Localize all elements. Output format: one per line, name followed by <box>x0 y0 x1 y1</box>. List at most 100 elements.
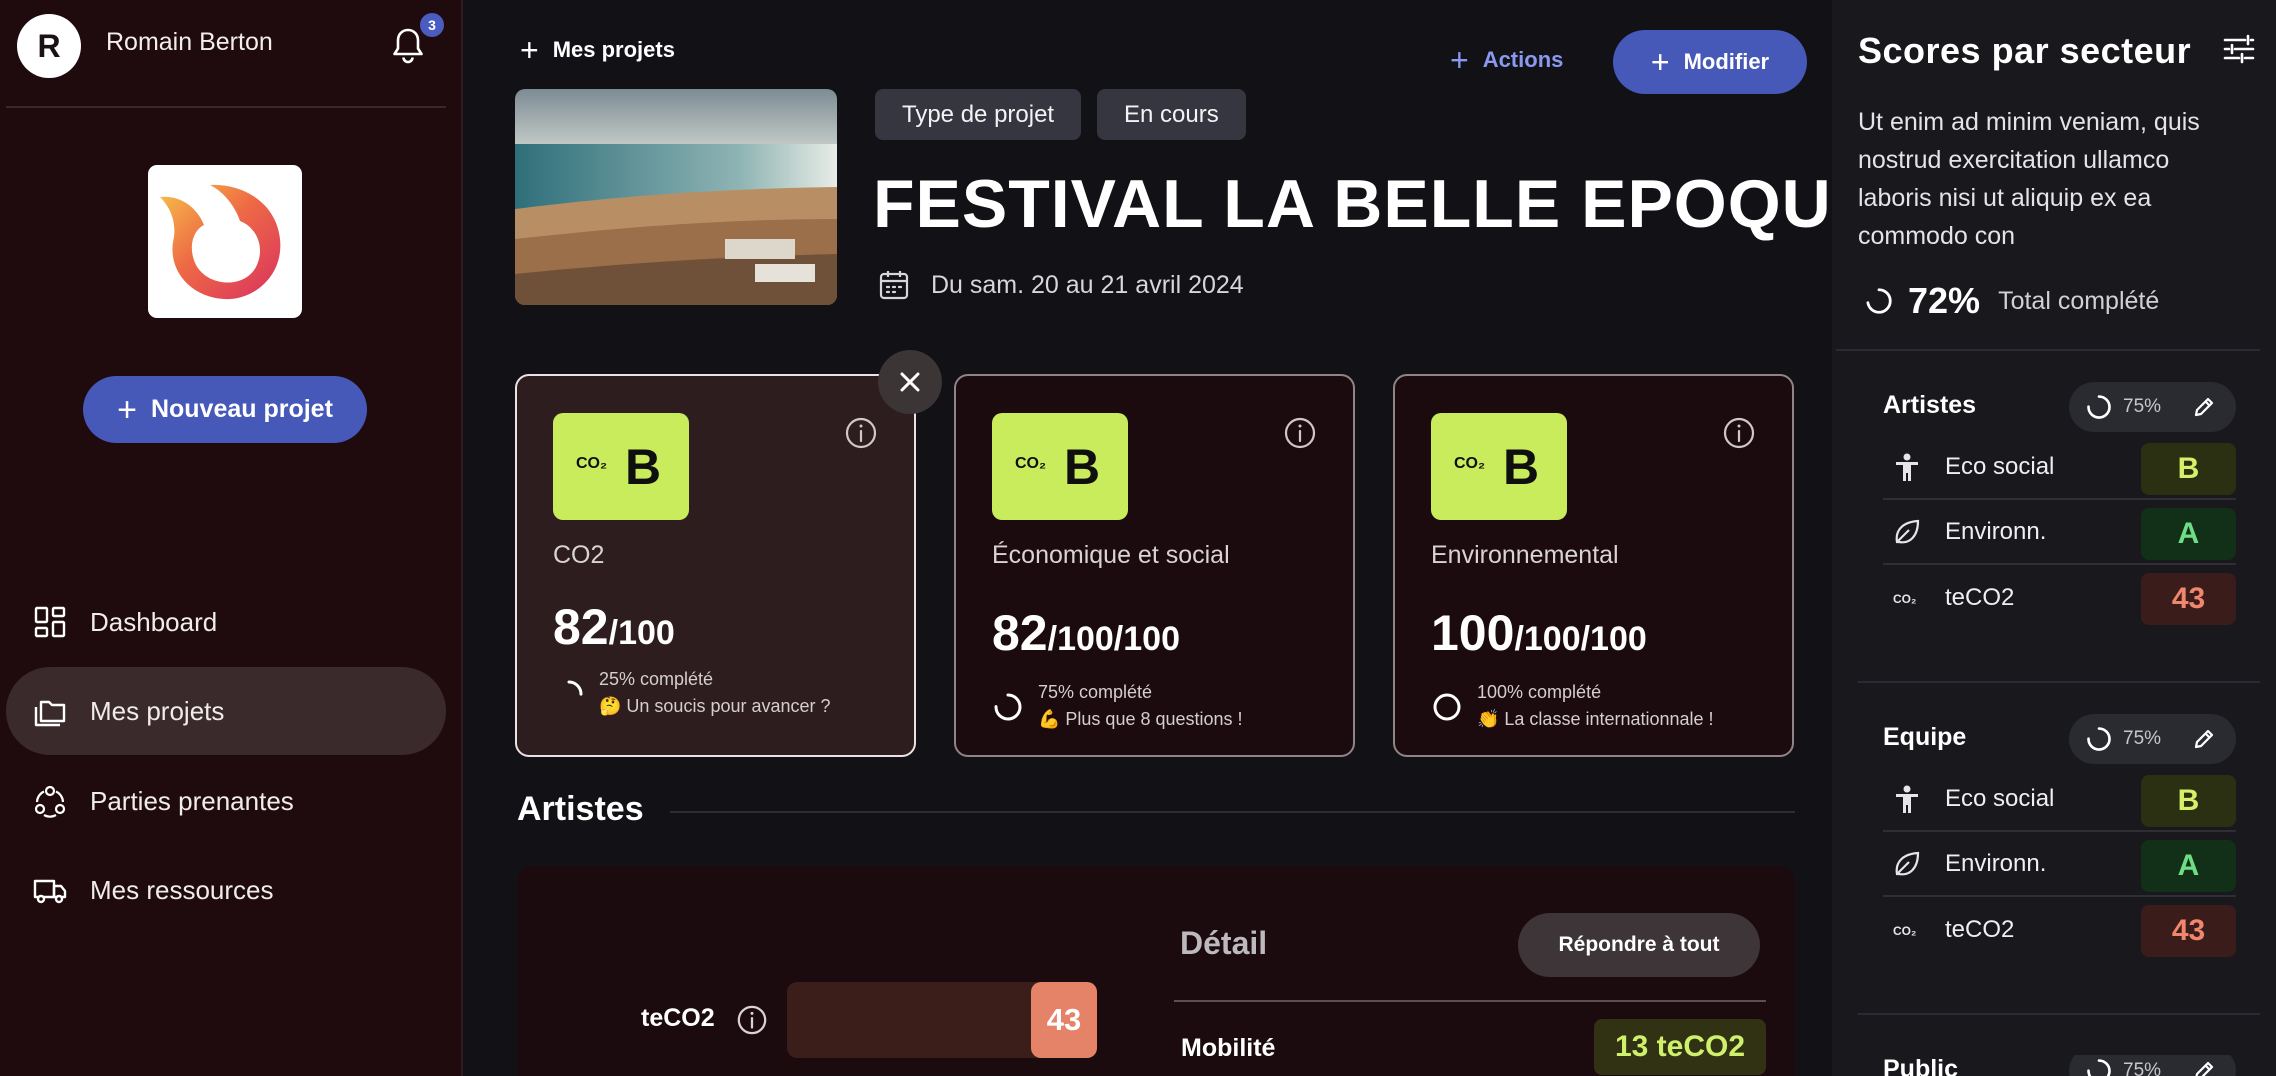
card-name: CO2 <box>553 541 605 569</box>
score-value: 82 <box>553 599 609 655</box>
progress-arc <box>994 693 1022 721</box>
sector-title: Equipe <box>1883 723 1967 751</box>
sidebar-item-label: Mes projets <box>90 695 225 726</box>
plus-icon: + <box>117 390 137 429</box>
new-project-button[interactable]: + Nouveau projet <box>83 376 367 443</box>
pencil-icon[interactable] <box>2192 727 2216 751</box>
score-card-environnemental[interactable]: CO₂ B Environnemental 100/100/100 100% co… <box>1393 374 1794 757</box>
row-label: teCO2 <box>1945 915 2015 943</box>
teco2-value: 43 <box>1031 982 1097 1058</box>
sector-pct: 75% <box>2123 396 2162 417</box>
row-label: Environn. <box>1945 517 2047 545</box>
breadcrumb[interactable]: + Mes projets <box>520 34 675 66</box>
card-name: Économique et social <box>992 541 1230 569</box>
scores-description: Ut enim ad minim veniam, quis nostrud ex… <box>1858 108 2200 250</box>
score-suffix: /100/100 <box>1047 620 1180 658</box>
grade-letter: B <box>1064 439 1101 495</box>
card-name: Environnemental <box>1431 541 1619 569</box>
progress-arc <box>1866 288 1892 314</box>
total-pct: 72% <box>1908 280 1981 321</box>
score-card-economique-social[interactable]: CO₂ B Économique et social 82/100/100 75%… <box>954 374 1355 757</box>
project-status-chip[interactable]: En cours <box>1097 89 1246 140</box>
progress-arc <box>2087 395 2111 419</box>
project-title: FESTIVAL LA BELLE EPOQUE <box>873 166 1879 242</box>
calendar-icon <box>879 271 909 300</box>
sector-row-environnement[interactable]: Environn. A <box>1883 500 2236 565</box>
new-project-label: Nouveau projet <box>150 395 333 423</box>
sidebar-item-label: Mes ressources <box>90 874 274 905</box>
sector-pct: 75% <box>2123 728 2162 749</box>
plus-icon: + <box>1650 44 1670 80</box>
info-icon[interactable] <box>1722 416 1756 450</box>
progress-text: 25% complété <box>599 669 714 689</box>
pencil-icon[interactable] <box>2192 395 2216 419</box>
sector-progress-chip[interactable]: 75% <box>2069 714 2236 764</box>
app-logo <box>148 165 302 318</box>
progress-text: 75% complété <box>1038 682 1153 702</box>
sector-public: Public 75% <box>1883 1055 2236 1076</box>
progress-arc <box>1433 693 1461 721</box>
progress-arc <box>2087 1059 2111 1076</box>
card-progress: 25% complété 🤔 Un soucis pour avancer ? <box>553 666 831 720</box>
info-icon[interactable] <box>844 416 878 450</box>
info-icon[interactable] <box>736 1004 768 1036</box>
row-label: Eco social <box>1945 784 2055 812</box>
row-grade: B <box>2141 775 2236 827</box>
card-progress: 75% complété 💪 Plus que 8 questions ! <box>992 679 1243 733</box>
sector-progress-chip[interactable]: 75% <box>2069 382 2236 432</box>
person-icon <box>1896 453 1918 481</box>
progress-arc <box>2087 727 2111 751</box>
user-name: Romain Berton <box>106 28 273 56</box>
bell-icon[interactable] <box>391 26 425 64</box>
panel-divider <box>1858 681 2260 683</box>
detail-divider <box>1174 1000 1766 1002</box>
progress-text: 100% complété <box>1477 682 1602 702</box>
sidebar-item-mes-projets[interactable]: Mes projets <box>6 667 446 755</box>
stakeholders-icon <box>34 785 66 818</box>
row-label: Eco social <box>1945 452 2055 480</box>
close-button[interactable] <box>878 350 942 414</box>
filter-icon[interactable] <box>2221 31 2257 67</box>
plus-icon: + <box>1450 42 1469 78</box>
sidebar-item-dashboard[interactable]: Dashboard <box>6 578 446 666</box>
score-suffix: /100 <box>608 614 675 652</box>
sector-row-teco2[interactable]: CO₂ teCO2 43 <box>1883 565 2236 630</box>
sector-title: Public <box>1883 1055 1959 1076</box>
score-card-co2[interactable]: CO₂ B CO2 82/100 25% complété 🤔 Un soucis … <box>515 374 916 757</box>
respond-all-button[interactable]: Répondre à tout <box>1518 913 1760 977</box>
grade-badge: CO₂ B <box>992 413 1128 520</box>
sector-progress-chip[interactable]: 75% <box>2069 1055 2236 1076</box>
sidebar-item-mes-ressources[interactable]: Mes ressources <box>6 846 446 934</box>
card-score: 82/100 <box>553 598 675 656</box>
row-grade: B <box>2141 443 2236 495</box>
modify-button[interactable]: + Modifier <box>1613 30 1807 94</box>
sidebar-item-parties-prenantes[interactable]: Parties prenantes <box>6 757 446 845</box>
grade-badge: CO₂ B <box>553 413 689 520</box>
detail-title: Détail <box>1180 925 1268 961</box>
row-label: Environn. <box>1945 849 2047 877</box>
project-type-chip[interactable]: Type de projet <box>875 89 1082 140</box>
co2-label: CO₂ <box>1015 455 1047 472</box>
info-icon[interactable] <box>1283 416 1317 450</box>
modify-label: Modifier <box>1683 49 1770 74</box>
score-suffix: /100/100 <box>1514 620 1647 658</box>
sidebar-item-label: Parties prenantes <box>90 785 294 816</box>
sector-row-eco-social[interactable]: Eco social B <box>1883 767 2236 832</box>
plus-icon: + <box>520 32 539 68</box>
avatar[interactable]: R <box>17 14 81 78</box>
progress-ring-icon <box>555 680 583 708</box>
svg-text:CO₂: CO₂ <box>1893 924 1916 938</box>
actions-button[interactable]: + Actions <box>1450 44 1563 76</box>
pencil-icon[interactable] <box>2192 1059 2216 1076</box>
sector-row-teco2[interactable]: CO₂ teCO2 43 <box>1883 897 2236 962</box>
project-date-text: Du sam. 20 au 21 avril 2024 <box>931 270 1244 299</box>
notification-badge: 3 <box>420 13 444 37</box>
panel-divider <box>1836 349 2260 351</box>
grade-badge: CO₂ B <box>1431 413 1567 520</box>
score-value: 82 <box>992 605 1048 661</box>
section-title: Artistes <box>517 790 644 828</box>
leaf-icon <box>1895 851 1920 875</box>
close-icon <box>900 372 920 392</box>
sector-row-environnement[interactable]: Environn. A <box>1883 832 2236 897</box>
sector-row-eco-social[interactable]: Eco social B <box>1883 435 2236 500</box>
